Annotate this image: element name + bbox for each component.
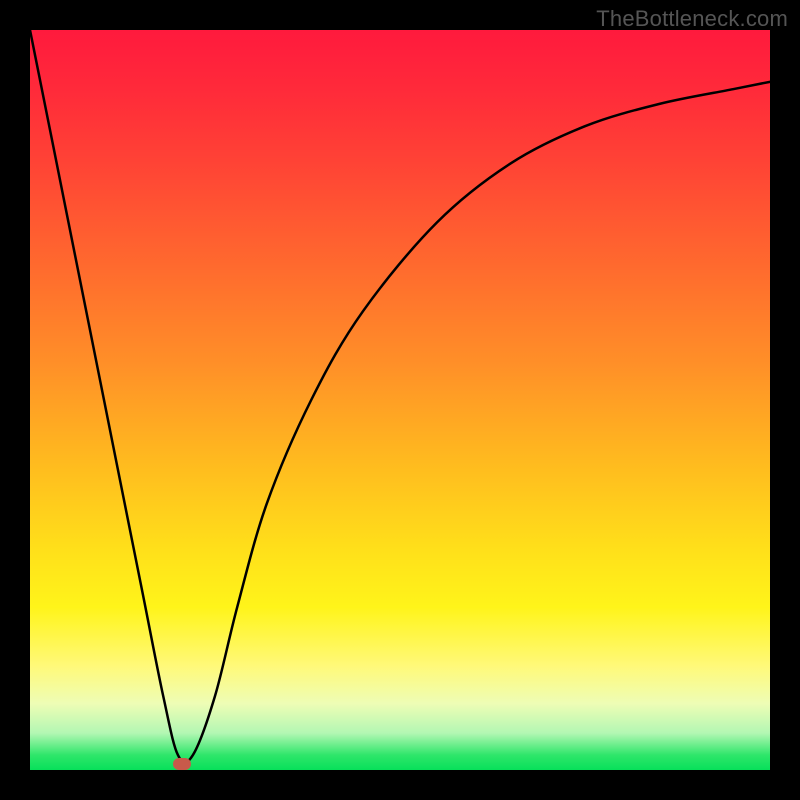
- plot-area: [30, 30, 770, 770]
- chart-frame: TheBottleneck.com: [0, 0, 800, 800]
- heat-gradient: [30, 30, 770, 770]
- watermark-text: TheBottleneck.com: [596, 6, 788, 32]
